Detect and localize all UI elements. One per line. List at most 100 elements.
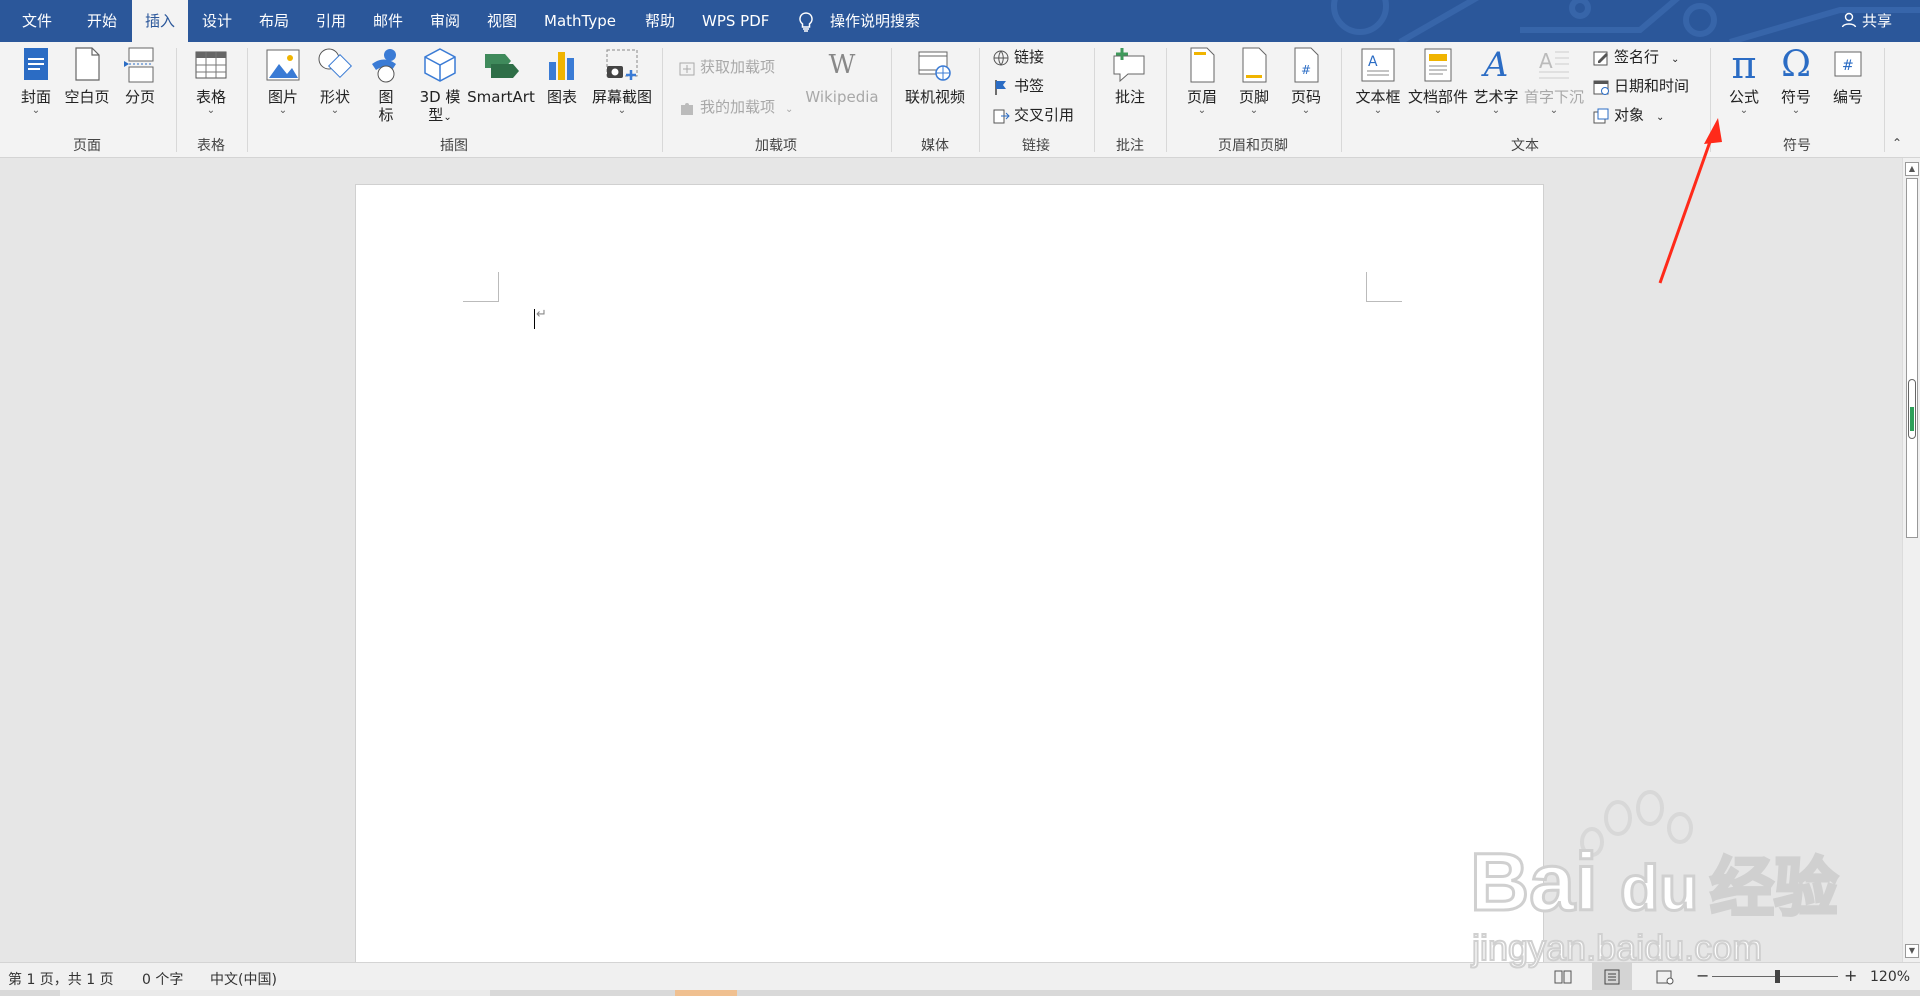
tab-wps-pdf[interactable]: WPS PDF [702, 0, 769, 42]
group-label-illustrations: 插图 [440, 138, 468, 154]
wordart-button[interactable]: A 艺术字 ⌄ [1470, 46, 1522, 116]
tab-insert[interactable]: 插入 [132, 0, 189, 42]
tab-review[interactable]: 审阅 [430, 0, 460, 42]
tab-help[interactable]: 帮助 [645, 0, 675, 42]
group-label-pages: 页面 [73, 138, 101, 154]
margin-mark [1366, 301, 1402, 302]
number-button[interactable]: # 编号 [1826, 46, 1870, 106]
my-addins-button[interactable]: 我的加载项 ⌄ [678, 96, 793, 121]
tab-home[interactable]: 开始 [87, 0, 117, 42]
symbol-button[interactable]: Ω 符号 ⌄ [1774, 46, 1818, 116]
cube-icon [424, 48, 456, 82]
ribbon: 封面 ⌄ 空白页 分页 页面 表格 ⌄ 表格 图片 ⌄ 形状 ⌄ 图 标 3D 模 型⌄… [0, 42, 1920, 158]
margin-mark [498, 272, 499, 302]
new-comment-button[interactable]: 批注 [1108, 46, 1152, 106]
cross-reference-button[interactable]: 交叉引用 [992, 104, 1074, 126]
quick-parts-button[interactable]: 文档部件 ⌄ [1406, 46, 1470, 116]
wikipedia-button[interactable]: W Wikipedia [804, 46, 880, 106]
bookmark-label: 书签 [1014, 77, 1045, 95]
blank-page-button[interactable]: 空白页 [62, 46, 112, 106]
page-number-icon: # [1294, 47, 1319, 83]
group-label-comments: 批注 [1116, 138, 1144, 154]
smartart-button[interactable]: SmartArt [466, 46, 536, 106]
cover-page-icon [24, 48, 48, 80]
svg-text:#: # [1842, 58, 1854, 74]
collapse-ribbon-icon[interactable]: ⌃ [1892, 136, 1902, 150]
vertical-scrollbar[interactable]: ▲ ▼ [1902, 158, 1920, 962]
svg-text:#: # [1301, 63, 1311, 77]
print-layout-button[interactable] [1592, 963, 1632, 991]
text-cursor [534, 309, 535, 329]
shapes-button[interactable]: 形状 ⌄ [316, 46, 354, 116]
read-mode-icon[interactable] [1554, 969, 1572, 985]
chevron-down-icon: ⌄ [617, 105, 627, 116]
cover-page-button[interactable]: 封面 ⌄ [16, 46, 56, 116]
zoom-in-button[interactable]: + [1844, 966, 1857, 985]
chart-button[interactable]: 图表 [544, 46, 580, 106]
page-number-button[interactable]: # 页码 ⌄ [1286, 46, 1326, 116]
chart-label: 图表 [546, 88, 577, 106]
page-break-button[interactable]: 分页 [120, 46, 160, 106]
shapes-icon [318, 48, 353, 79]
search-box[interactable]: 操作说明搜索 [830, 0, 920, 42]
shapes-label: 形状 [319, 88, 350, 106]
chevron-down-icon: ⌄ [1249, 105, 1259, 116]
date-time-button[interactable]: 日期和时间 [1592, 75, 1689, 97]
share-button[interactable]: 共享 [1841, 0, 1892, 42]
tab-design[interactable]: 设计 [202, 0, 232, 42]
screenshot-label: 屏幕截图 [591, 88, 652, 106]
link-button[interactable]: 链接 [992, 46, 1044, 68]
tab-file[interactable]: 文件 [22, 0, 52, 42]
pi-icon: π [1731, 43, 1757, 87]
chevron-down-icon: ⌄ [1197, 105, 1207, 116]
header-button[interactable]: 页眉 ⌄ [1182, 46, 1222, 116]
smartart-icon [485, 54, 519, 78]
cross-reference-label: 交叉引用 [1014, 106, 1075, 124]
language-indicator[interactable]: 中文(中国) [210, 969, 277, 989]
screenshot-button[interactable]: 屏幕截图 ⌄ [590, 46, 654, 116]
document-page[interactable]: ↵ [355, 184, 1544, 974]
group-label-media: 媒体 [921, 138, 949, 154]
get-addins-button[interactable]: 获取加载项 [678, 56, 775, 78]
icons-button[interactable]: 图 标 [368, 46, 404, 124]
text-box-icon: A [1361, 48, 1395, 82]
zoom-slider-thumb[interactable] [1775, 970, 1780, 983]
tab-references[interactable]: 引用 [316, 0, 346, 42]
blank-page-icon [75, 47, 100, 81]
online-video-button[interactable]: 联机视频 [903, 46, 967, 106]
signature-line-label: 签名行 [1614, 48, 1660, 66]
equation-button[interactable]: π 公式 ⌄ [1722, 46, 1766, 116]
tab-layout[interactable]: 布局 [259, 0, 289, 42]
signature-line-button[interactable]: 签名行 ⌄ [1592, 46, 1679, 71]
tab-view[interactable]: 视图 [487, 0, 517, 42]
page-count[interactable]: 第 1 页，共 1 页 [8, 969, 114, 989]
footer-button[interactable]: 页脚 ⌄ [1234, 46, 1274, 116]
scroll-down-icon[interactable]: ▼ [1905, 944, 1919, 958]
chevron-down-icon: ⌄ [31, 105, 41, 116]
comment-label: 批注 [1114, 88, 1145, 106]
table-button[interactable]: 表格 ⌄ [192, 46, 230, 116]
scroll-up-icon[interactable]: ▲ [1905, 162, 1919, 176]
zoom-level[interactable]: 120% [1870, 969, 1910, 985]
scroll-thumb[interactable] [1906, 178, 1918, 538]
group-label-symbols: 符号 [1783, 138, 1811, 154]
zoom-out-button[interactable]: − [1696, 966, 1709, 985]
tab-mathtype[interactable]: MathType [544, 0, 616, 42]
tab-mailings[interactable]: 邮件 [373, 0, 403, 42]
wikipedia-label: Wikipedia [805, 88, 879, 106]
header-label: 页眉 [1186, 88, 1217, 106]
flag-icon [995, 79, 1006, 95]
word-count[interactable]: 0 个字 [142, 969, 183, 989]
3d-model-label-2: 型 [428, 106, 444, 124]
globe-link-icon [993, 50, 1009, 65]
margin-mark [463, 301, 499, 302]
3d-model-button[interactable]: 3D 模 型⌄ [418, 46, 462, 127]
web-layout-icon[interactable] [1656, 969, 1674, 985]
text-box-button[interactable]: A 文本框 ⌄ [1354, 46, 1402, 116]
icons-icon [372, 49, 396, 83]
picture-button[interactable]: 图片 ⌄ [264, 46, 302, 116]
bookmark-button[interactable]: 书签 [992, 75, 1044, 97]
link-label: 链接 [1014, 48, 1045, 66]
footer-label: 页脚 [1238, 88, 1269, 106]
drop-cap-button[interactable]: A 首字下沉 ⌄ [1522, 46, 1586, 116]
